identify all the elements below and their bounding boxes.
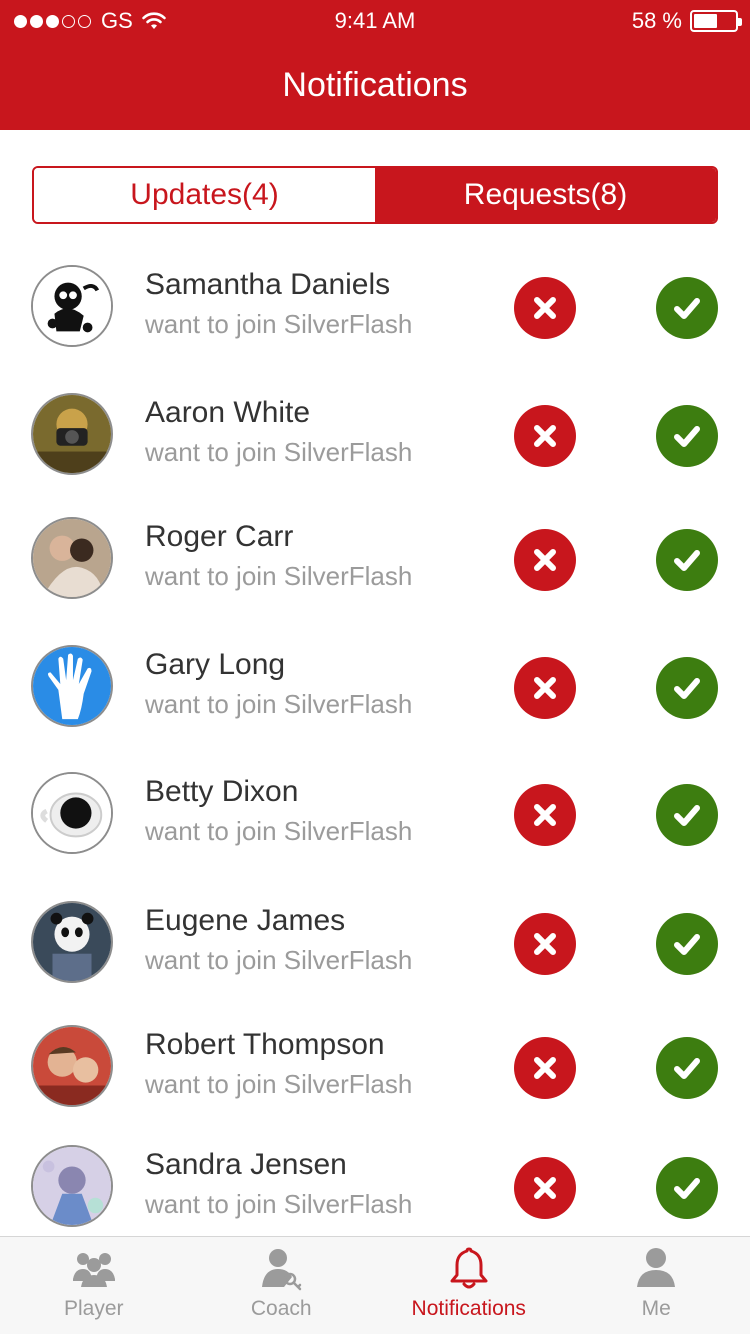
accept-button[interactable] [656,405,718,467]
page-title: Notifications [282,66,468,104]
reject-button[interactable] [514,657,576,719]
check-icon [674,1058,700,1079]
x-icon [534,1177,556,1199]
avatar[interactable] [31,645,113,727]
requester-name: Robert Thompson [145,1028,385,1061]
list-item: Betty Dixon want to join SilverFlash [0,747,750,875]
requester-name: Betty Dixon [145,775,299,808]
tab-player[interactable]: Player [0,1237,188,1334]
list-item: Robert Thompson want to join SilverFlash [0,1000,750,1128]
x-icon [534,425,556,447]
group-icon [72,1253,115,1287]
request-message: want to join SilverFlash [145,1189,413,1219]
request-message: want to join SilverFlash [145,561,413,591]
battery-percent: 58 % [631,8,682,33]
list-item: Eugene James want to join SilverFlash [0,876,750,1004]
list-item: Samantha Daniels want to join SilverFlas… [0,240,750,368]
reject-button[interactable] [514,405,576,467]
accept-button[interactable] [656,277,718,339]
person-icon [637,1248,676,1287]
avatar[interactable] [31,517,113,599]
list-item: Roger Carr want to join SilverFlash [0,492,750,620]
tab-notifications-label: Notifications [411,1297,526,1320]
avatar[interactable] [31,393,113,475]
requester-name: Aaron White [145,396,311,429]
tab-coach[interactable]: Coach [188,1237,376,1334]
request-message: want to join SilverFlash [145,1069,413,1099]
reject-button[interactable] [514,1037,576,1099]
check-icon [674,550,700,571]
avatar[interactable] [31,1025,113,1107]
check-icon [674,805,700,826]
x-icon [534,677,556,699]
x-icon [534,804,556,826]
coach-icon [262,1249,302,1291]
avatar[interactable] [31,901,113,983]
request-message: want to join SilverFlash [145,309,413,339]
request-message: want to join SilverFlash [145,437,413,467]
check-icon [674,298,700,319]
header-bar: GS 9:41 AM 58 % Notifications [0,0,750,130]
tab-coach-label: Coach [250,1297,312,1320]
check-icon [674,1178,700,1199]
check-icon [674,678,700,699]
accept-button[interactable] [656,1157,718,1219]
x-icon [534,297,556,319]
requester-name: Sandra Jensen [145,1148,347,1181]
x-icon [534,549,556,571]
status-bar: GS 9:41 AM 58 % [0,0,750,44]
request-message: want to join SilverFlash [145,816,413,846]
reject-button[interactable] [514,784,576,846]
list-item: Sandra Jensen want to join SilverFlash [0,1120,750,1248]
segmented-control: Updates(4) Requests(8) [32,166,718,224]
tab-updates[interactable]: Updates(4) [34,168,375,222]
requester-name: Samantha Daniels [145,268,391,301]
requester-name: Gary Long [145,648,286,681]
reject-button[interactable] [514,913,576,975]
reject-button[interactable] [514,1157,576,1219]
list-item: Gary Long want to join SilverFlash [0,620,750,748]
avatar[interactable] [31,772,113,854]
tab-me-label: Me [641,1297,671,1320]
accept-button[interactable] [656,657,718,719]
tab-notifications[interactable]: Notifications [375,1237,563,1334]
check-icon [674,426,700,447]
requester-name: Roger Carr [145,520,294,553]
tab-bar: Player Coach Notifications Me [0,1236,750,1334]
x-icon [534,1057,556,1079]
list-item: Aaron White want to join SilverFlash [0,368,750,496]
accept-button[interactable] [656,913,718,975]
reject-button[interactable] [514,529,576,591]
avatar[interactable] [31,265,113,347]
reject-button[interactable] [514,277,576,339]
request-message: want to join SilverFlash [145,945,413,975]
x-icon [534,933,556,955]
requester-name: Eugene James [145,904,346,937]
accept-button[interactable] [656,784,718,846]
battery-icon [690,10,742,32]
tab-player-label: Player [63,1297,124,1320]
bell-icon [450,1247,488,1289]
check-icon [674,934,700,955]
request-message: want to join SilverFlash [145,689,413,719]
accept-button[interactable] [656,529,718,591]
tab-me[interactable]: Me [563,1237,750,1334]
accept-button[interactable] [656,1037,718,1099]
avatar[interactable] [31,1145,113,1227]
tab-requests[interactable]: Requests(8) [375,168,716,222]
